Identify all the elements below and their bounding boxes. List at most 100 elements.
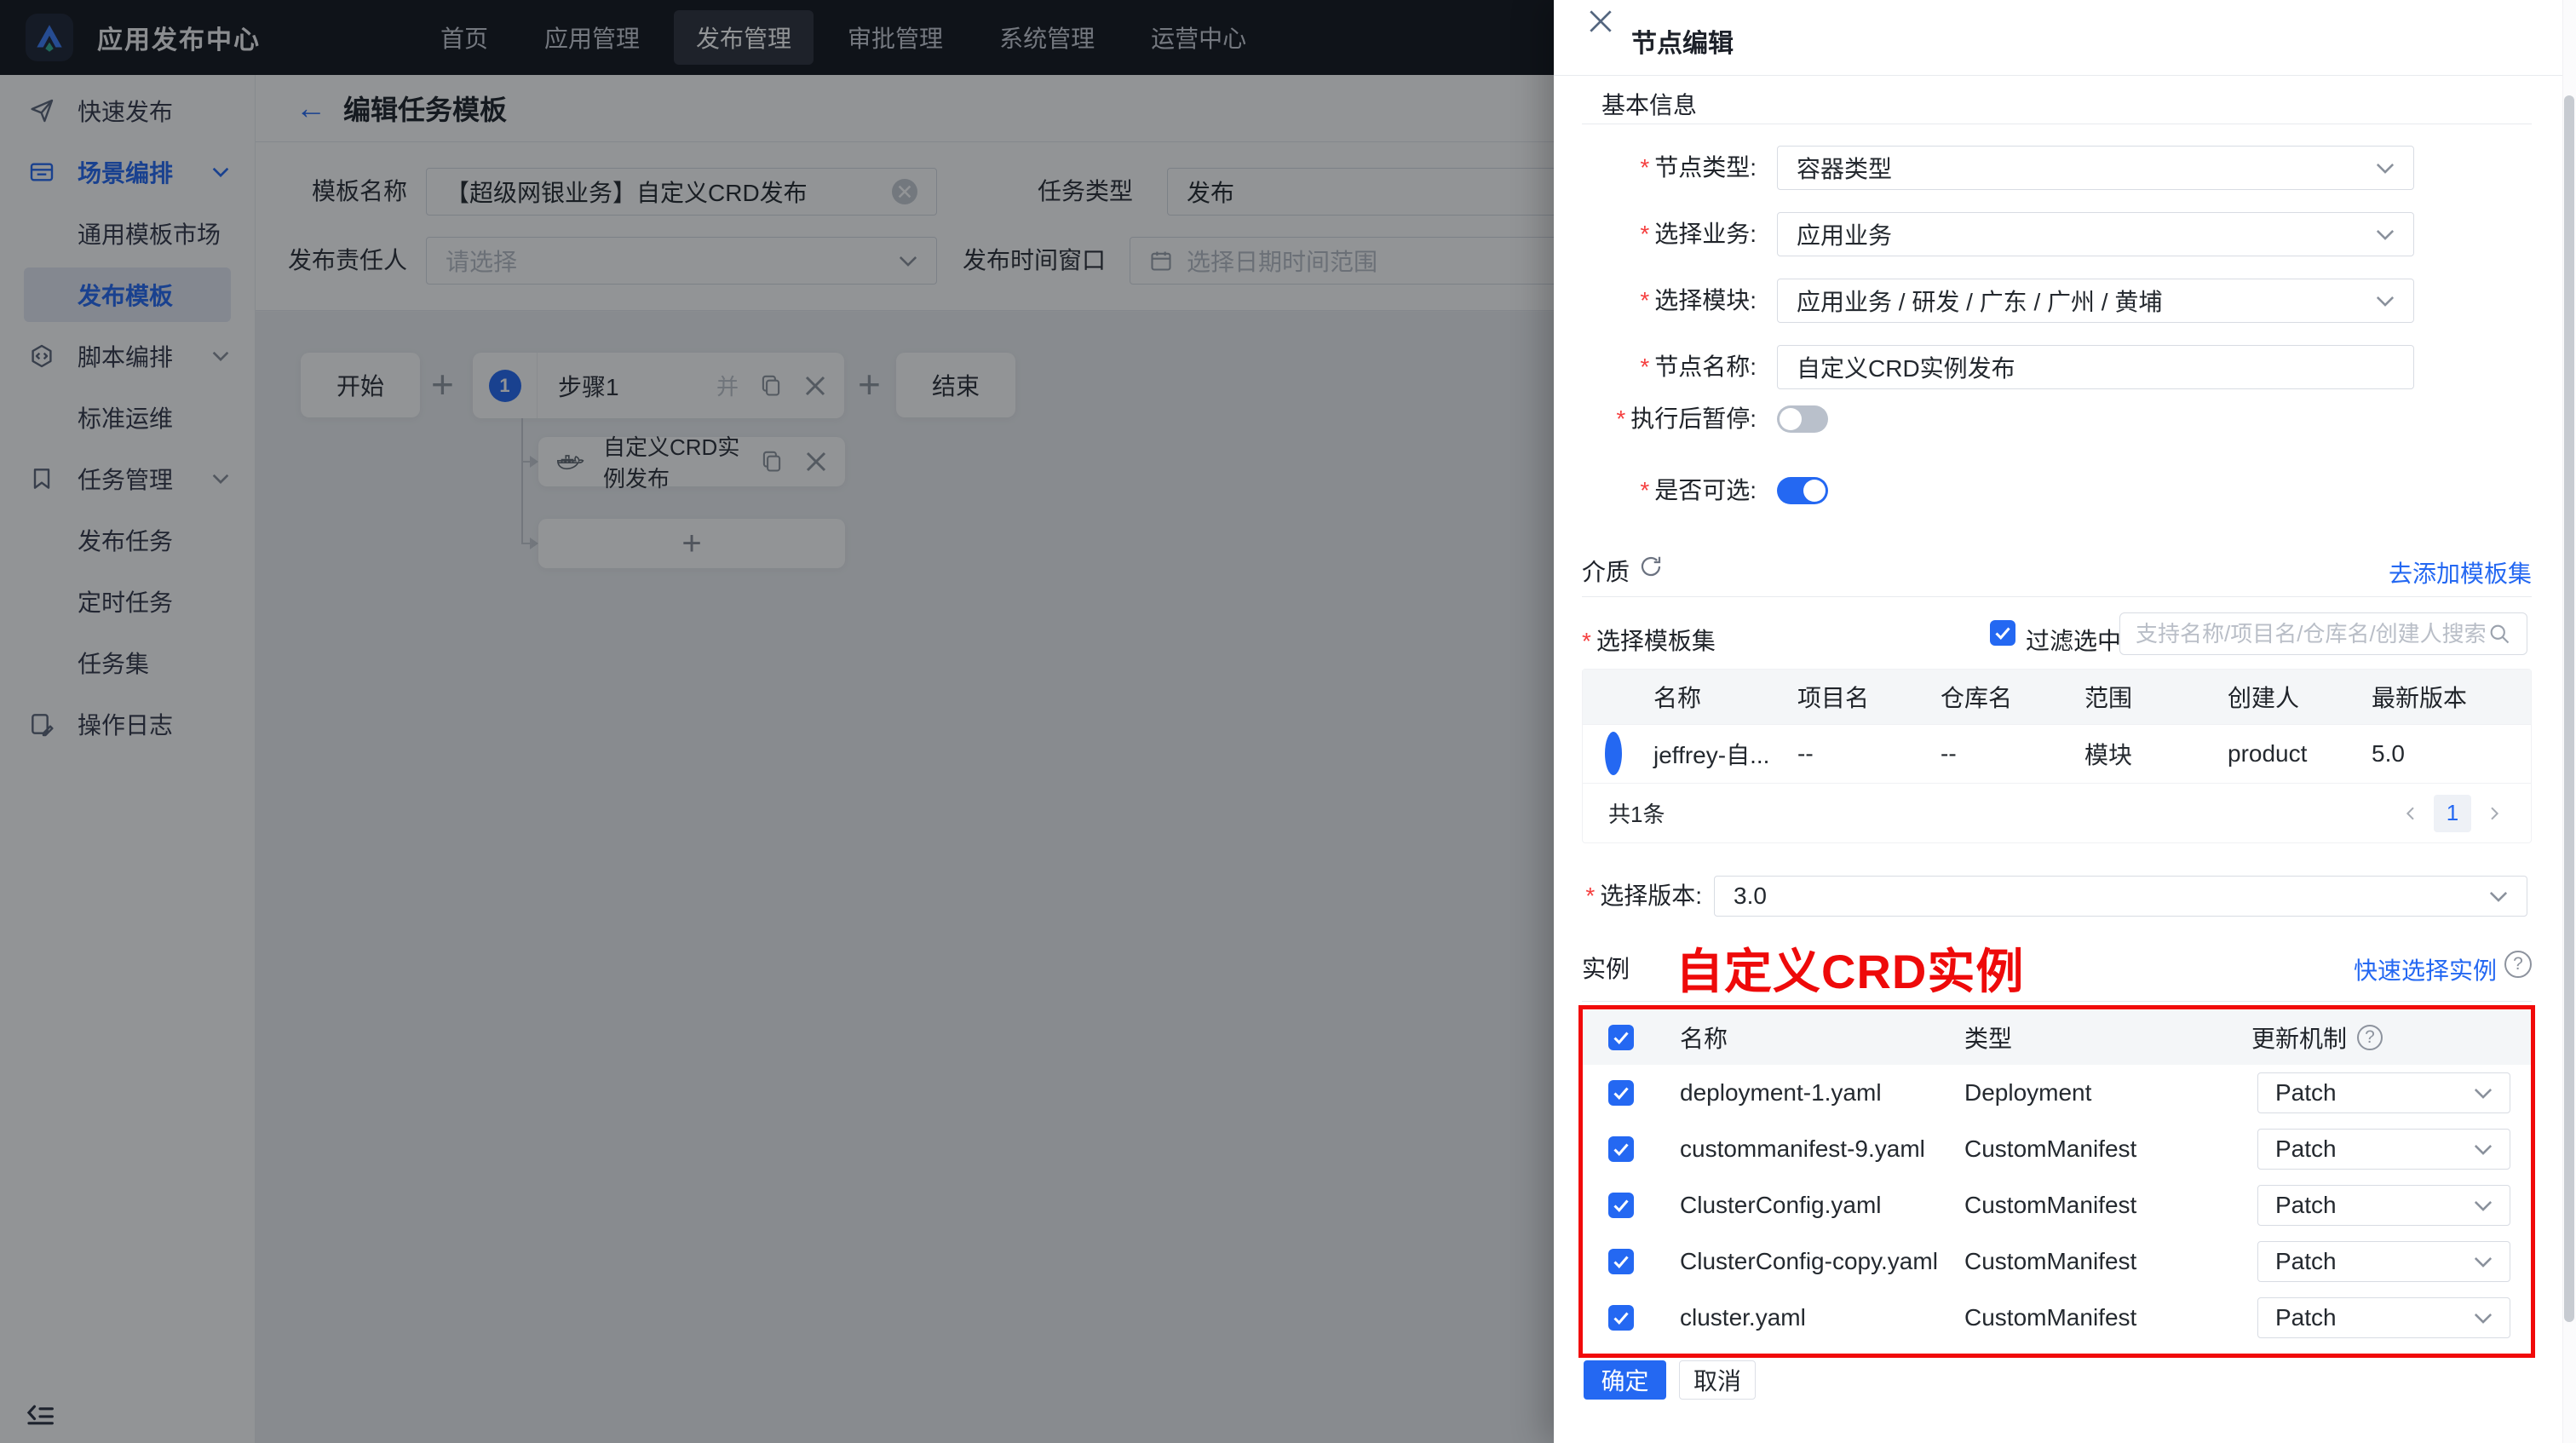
module-label: * 选择模块: [1640, 287, 1757, 313]
instance-row[interactable]: ClusterConfig.yaml CustomManifest Patch [1582, 1177, 2532, 1233]
col-latest-version: 最新版本 [2372, 685, 2468, 711]
scrollbar-thumb[interactable] [2564, 95, 2574, 1322]
update-mechanism-select[interactable]: Patch [2257, 1185, 2510, 1226]
instance-type: CustomManifest [1964, 1192, 2137, 1218]
cell-creator: product [2228, 740, 2308, 767]
node-name-input[interactable] [1777, 345, 2414, 389]
col-creator: 创建人 [2228, 685, 2300, 711]
chevron-down-icon [2376, 163, 2395, 174]
instance-row[interactable]: deployment-1.yaml Deployment Patch [1582, 1065, 2532, 1121]
chevron-down-icon [2474, 1200, 2493, 1211]
node-edit-drawer: 节点编辑 基本信息 * 节点类型: 容器类型 * 选择业务: 应用业务 * 选择模块:… [1554, 0, 2576, 1443]
search-input[interactable] [2136, 620, 2487, 647]
instance-row[interactable]: cluster.yaml CustomManifest Patch [1582, 1290, 2532, 1346]
radio-selected[interactable] [1605, 732, 1622, 775]
instance-row[interactable]: custommanifest-9.yaml CustomManifest Pat… [1582, 1121, 2532, 1177]
col-scope: 范围 [2084, 685, 2133, 711]
instance-row[interactable]: ClusterConfig-copy.yaml CustomManifest P… [1582, 1233, 2532, 1290]
instance-table-header: 名称 类型 更新机制? [1582, 1010, 2532, 1065]
instance-table: 名称 类型 更新机制? deployment-1.yaml Deployment… [1582, 1010, 2532, 1346]
optional-toggle[interactable] [1777, 477, 1828, 504]
next-page-icon[interactable] [2488, 807, 2502, 820]
required-mark: * [1640, 154, 1650, 181]
row-checkbox[interactable] [1608, 1193, 1634, 1218]
total-count: 共1条 [1608, 802, 1665, 827]
search-icon [2490, 624, 2510, 644]
chevron-down-icon [2474, 1144, 2493, 1155]
add-template-set-link[interactable]: 去添加模板集 [2389, 555, 2532, 589]
chevron-down-icon [2376, 296, 2395, 307]
update-mechanism-select[interactable]: Patch [2257, 1129, 2510, 1170]
chevron-down-icon [2474, 1313, 2493, 1324]
row-checkbox[interactable] [1608, 1136, 1634, 1162]
drawer-scrollbar[interactable] [2562, 0, 2576, 1443]
select-all-checkbox[interactable] [1608, 1025, 1634, 1050]
refresh-icon[interactable] [1638, 554, 1664, 579]
check-icon [1613, 1199, 1629, 1212]
col-name: 名称 [1653, 685, 1702, 711]
cell-project: -- [1797, 740, 1814, 767]
col-instance-type: 类型 [1964, 1026, 2013, 1052]
filter-selected-label: 过滤选中 [2026, 628, 2122, 654]
instance-type: Deployment [1964, 1079, 2092, 1106]
red-annotation-text: 自定义CRD实例 [1676, 945, 2025, 998]
version-value: 3.0 [1734, 882, 1767, 909]
required-mark: * [1640, 477, 1650, 503]
row-checkbox[interactable] [1608, 1305, 1634, 1331]
instance-type: CustomManifest [1964, 1248, 2137, 1274]
required-mark: * [1585, 882, 1596, 909]
update-mechanism-select[interactable]: Patch [2257, 1072, 2510, 1113]
modal-overlay[interactable] [0, 0, 1554, 1443]
required-mark: * [1640, 221, 1650, 247]
required-mark: * [1582, 628, 1591, 654]
business-label: * 选择业务: [1640, 221, 1757, 247]
drawer-title: 节点编辑 [1631, 30, 1734, 58]
node-type-label: * 节点类型: [1640, 154, 1757, 181]
row-checkbox[interactable] [1608, 1080, 1634, 1106]
version-label: * 选择版本: [1585, 882, 1702, 909]
col-project: 项目名 [1797, 685, 1870, 711]
check-icon [1613, 1032, 1629, 1044]
toggle-knob [1803, 480, 1826, 502]
filter-selected-checkbox[interactable] [1990, 620, 2015, 646]
required-mark: * [1640, 287, 1650, 313]
check-icon [1613, 1087, 1629, 1100]
instance-name: ClusterConfig-copy.yaml [1680, 1248, 1938, 1274]
check-icon [1613, 1312, 1629, 1325]
cell-latest-version: 5.0 [2372, 740, 2405, 767]
module-select[interactable]: 应用业务 / 研发 / 广东 / 广州 / 黄埔 [1777, 279, 2414, 323]
help-icon[interactable]: ? [2504, 951, 2532, 978]
quick-select-instance-link[interactable]: 快速选择实例 [2354, 952, 2497, 986]
module-value: 应用业务 / 研发 / 广东 / 广州 / 黄埔 [1797, 289, 2163, 315]
template-table-header: 名称 项目名 仓库名 范围 创建人 最新版本 [1583, 670, 2531, 724]
node-name-value[interactable] [1797, 354, 2395, 381]
chevron-down-icon [2474, 1256, 2493, 1268]
node-type-select[interactable]: 容器类型 [1777, 146, 2414, 190]
toggle-knob [1780, 408, 1802, 430]
chevron-down-icon [2474, 1088, 2493, 1099]
update-mechanism-select[interactable]: Patch [2257, 1241, 2510, 1282]
optional-label: * 是否可选: [1640, 477, 1757, 503]
business-select[interactable]: 应用业务 [1777, 212, 2414, 256]
business-value: 应用业务 [1797, 222, 1893, 249]
prev-page-icon[interactable] [2403, 807, 2417, 820]
cancel-button[interactable]: 取消 [1679, 1360, 1756, 1400]
required-mark: * [1616, 405, 1626, 432]
help-icon[interactable]: ? [2357, 1025, 2383, 1050]
template-table-row[interactable]: jeffrey-自... -- -- 模块 product 5.0 [1583, 724, 2531, 783]
divider [1582, 1001, 2532, 1002]
pause-after-exec-label: * 执行后暂停: [1616, 405, 1757, 432]
close-drawer-icon[interactable] [1586, 7, 1615, 36]
version-select[interactable]: 3.0 [1714, 876, 2527, 917]
col-update-mechanism: 更新机制 [2251, 1026, 2348, 1052]
page-number[interactable]: 1 [2434, 794, 2471, 832]
row-checkbox[interactable] [1608, 1249, 1634, 1274]
template-set-table: 名称 项目名 仓库名 范围 创建人 最新版本 jeffrey-自... -- -… [1582, 669, 2532, 843]
update-mechanism-select[interactable]: Patch [2257, 1297, 2510, 1338]
confirm-button[interactable]: 确定 [1584, 1360, 1666, 1400]
pause-after-exec-toggle[interactable] [1777, 405, 1828, 433]
check-icon [1613, 1256, 1629, 1268]
cell-name: jeffrey-自... [1653, 742, 1770, 768]
template-search-input[interactable] [2119, 612, 2527, 655]
instance-type: CustomManifest [1964, 1135, 2137, 1162]
